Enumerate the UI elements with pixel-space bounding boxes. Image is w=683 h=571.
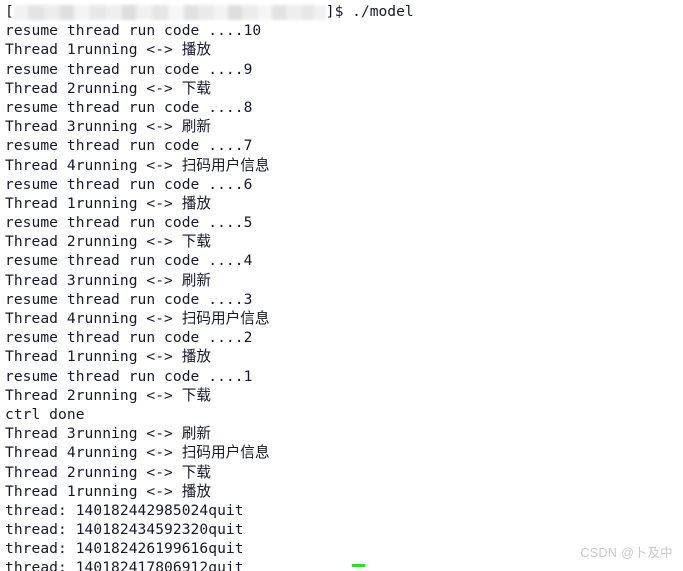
terminal-line: Thread 1running <-> 播放: [5, 482, 212, 500]
terminal-output[interactable]: [ ]$ ./model resume thread run code ....1…: [5, 2, 683, 571]
terminal-line: Thread 4running <-> 扫码用户信息: [5, 444, 270, 462]
prompt-open-bracket: [: [5, 3, 14, 20]
terminal-line: resume thread run code ....9: [5, 60, 253, 78]
terminal-line: resume thread run code ....2: [5, 329, 253, 347]
terminal-line: resume thread run code ....4: [5, 252, 253, 270]
terminal-line: Thread 1running <-> 播放: [5, 348, 212, 366]
terminal-line: thread: 140182442985024quit: [5, 501, 244, 519]
terminal-line: Thread 2running <-> 下载: [5, 463, 212, 481]
terminal-cursor: [352, 564, 365, 567]
terminal-line: Thread 2running <-> 下载: [5, 233, 212, 251]
terminal-line: Thread 3running <-> 刷新: [5, 118, 212, 136]
terminal-line: resume thread run code ....7: [5, 137, 253, 155]
terminal-line: ctrl done: [5, 405, 85, 423]
csdn-watermark: CSDN @卜及中: [580, 545, 673, 560]
terminal-line: Thread 4running <-> 扫码用户信息: [5, 156, 270, 174]
terminal-lines: resume thread run code ....10 Thread 1run…: [5, 21, 683, 571]
terminal-line: Thread 4running <-> 扫码用户信息: [5, 310, 270, 327]
terminal-line: Thread 2running <-> 下载: [5, 386, 212, 404]
shell-prompt-line: [ ]$ ./model: [5, 2, 683, 21]
terminal-line: Thread 1running <-> 播放: [5, 41, 212, 59]
prompt-command: ./model: [352, 3, 414, 20]
terminal-line: Thread 2running <-> 下载: [5, 79, 212, 97]
terminal-line: thread: 140182434592320quit: [5, 521, 244, 539]
terminal-window[interactable]: [ ]$ ./model resume thread run code ....1…: [0, 0, 683, 571]
prompt-close-bracket-dollar: ]$: [325, 3, 353, 20]
terminal-line: resume thread run code ....5: [5, 214, 253, 232]
terminal-line: resume thread run code ....6: [5, 175, 253, 193]
terminal-line: resume thread run code ....1: [5, 367, 253, 385]
terminal-line: Thread 3running <-> 刷新: [5, 271, 212, 289]
redacted-user-host-icon: [13, 5, 326, 21]
terminal-line: resume thread run code ....3: [5, 290, 253, 308]
terminal-line: resume thread run code ....10: [5, 22, 262, 40]
terminal-line: Thread 3running <-> 刷新: [5, 425, 212, 443]
terminal-line: Thread 1running <-> 播放: [5, 194, 212, 212]
terminal-line: resume thread run code ....8: [5, 98, 253, 116]
